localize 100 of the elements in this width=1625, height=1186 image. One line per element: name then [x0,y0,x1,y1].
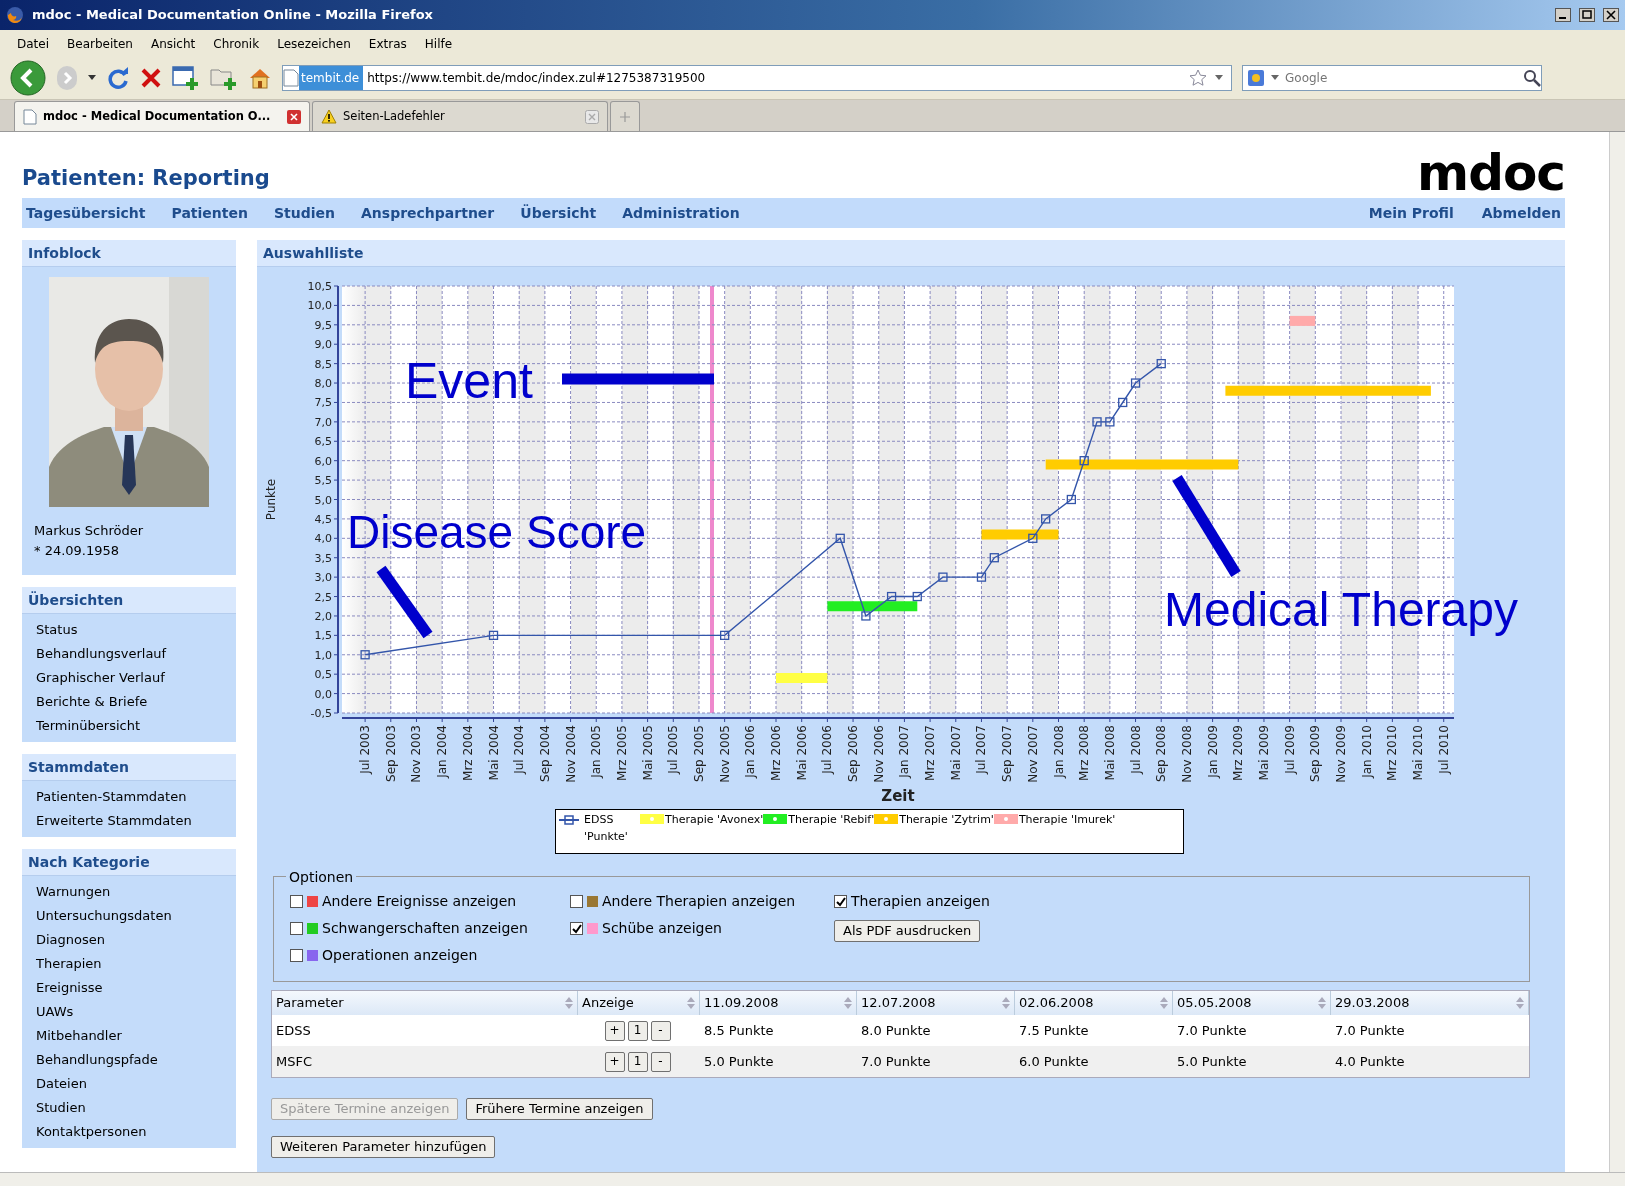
nav-link[interactable]: Mein Profil [1368,202,1454,224]
nav-link[interactable]: Studien [274,202,335,224]
panel-title: Übersichten [22,587,236,614]
column-header[interactable]: Anzeige [578,991,700,1015]
axis-tick-label: 10,0 [307,299,332,313]
column-header[interactable]: 05.05.2008 [1173,991,1331,1015]
sidebar-item[interactable]: UAWs [22,1000,236,1024]
column-header[interactable]: Parameter [272,991,578,1015]
axis-tick-label: 9,5 [314,318,332,332]
checkbox-label[interactable]: Schwangerschaften anzeigen [322,918,528,939]
menu-item[interactable]: Extras [359,34,416,53]
axis-tick-label: Jan 2004 [435,725,450,778]
legend-label: Therapie 'Zytrim' [899,812,994,828]
checkbox-label[interactable]: Andere Therapien anzeigen [602,891,796,912]
sidebar-item[interactable]: Terminübersicht [22,714,236,738]
sidebar-item[interactable]: Behandlungsverlauf [22,642,236,666]
column-header[interactable]: 11.09.2008 [700,991,857,1015]
axis-tick-label: Sep 2007 [1000,725,1015,782]
panel-title: Infoblock [22,240,236,267]
column-header[interactable]: 02.06.2008 [1015,991,1173,1015]
axis-tick-label: 7,0 [314,415,332,429]
axis-tick-label: Jan 2007 [897,725,912,778]
axis-tick-label: 1,0 [314,648,332,662]
sidebar-item[interactable]: Ereignisse [22,976,236,1000]
add-parameter-button[interactable]: Weiteren Parameter hinzufügen [271,1136,496,1158]
axis-tick-label: 7,5 [314,396,332,410]
axis-tick-label: Mrz 2004 [460,725,475,781]
axis-tick-label: Nov 2009 [1334,725,1348,783]
axis-tick-label: Jan 2006 [743,725,758,778]
menu-item[interactable]: Ansicht [141,34,205,53]
checkbox-label[interactable]: Andere Ereignisse anzeigen [322,891,517,912]
axis-tick-label: Jul 2003 [358,725,373,774]
axis-tick-label: Mai 2008 [1102,725,1117,781]
column-header[interactable]: 12.07.2008 [857,991,1015,1015]
browser-tab[interactable]: Seiten-Ladefehler [312,101,608,131]
search-field[interactable]: Google [1242,65,1542,91]
sidebar-item[interactable]: Dateien [22,1072,236,1096]
browser-tab[interactable]: mdoc - Medical Documentation O... [14,101,310,131]
nav-link[interactable]: Tagesübersicht [26,202,146,224]
sidebar-item[interactable]: Behandlungspfade [22,1048,236,1072]
axis-tick-label: Jul 2006 [820,725,835,774]
stepper-button[interactable]: - [650,1051,671,1072]
sidebar-item[interactable]: Studien [22,1096,236,1120]
column-header[interactable]: 29.03.2008 [1331,991,1529,1015]
axis-tick-label: Jul 2008 [1128,725,1143,774]
axis-tick-label: Mai 2009 [1256,725,1271,781]
birth-date: * 24.09.1958 [33,542,121,560]
stepper-button[interactable]: - [650,1020,671,1041]
stepper-button[interactable]: + [604,1051,625,1072]
nav-link[interactable]: Patienten [171,202,248,224]
paging-button[interactable]: Frühere Termine anzeigen [466,1098,653,1120]
sidebar-item[interactable]: Kontaktpersonen [22,1120,236,1144]
axis-tick-label: Nov 2004 [563,725,578,783]
sidebar-item[interactable]: Status [22,618,236,642]
sidebar-item[interactable]: Erweiterte Stammdaten [22,809,236,833]
axis-tick-label: 2,0 [314,609,332,623]
menu-item[interactable]: Hilfe [415,34,462,53]
axis-tick-label: 2,5 [314,590,332,604]
sidebar-item[interactable]: Mitbehandler [22,1024,236,1048]
axis-tick-label: Sep 2003 [383,725,398,782]
panel-title: Stammdaten [22,754,236,781]
sidebar-item[interactable]: Patienten-Stammdaten [22,785,236,809]
table-cell-text: MSFC [275,1052,314,1071]
axis-tick-label: 6,5 [314,435,332,449]
axis-tick-label: 5,5 [314,474,332,488]
checkbox-label[interactable]: Schübe anzeigen [602,918,722,939]
axis-tick-label: 6,0 [314,454,332,468]
sidebar-item[interactable]: Graphischer Verlauf [22,666,236,690]
sidebar-item[interactable]: Therapien [22,952,236,976]
checkbox-label[interactable]: Operationen anzeigen [322,945,478,966]
nav-link[interactable]: Abmelden [1481,202,1561,224]
pdf-button[interactable]: Als PDF ausdrucken [834,920,981,942]
callout-label: Medical Therapy [1164,583,1518,636]
axis-tick-label: Nov 2008 [1179,725,1194,783]
menu-item[interactable]: Lesezeichen [268,34,360,53]
axis-tick-label: Sep 2005 [691,725,706,782]
menu-item[interactable]: Datei [8,34,58,53]
table-cell-text: 4.0 Punkte [1334,1052,1406,1071]
stepper-button[interactable]: 1 [627,1051,648,1072]
axis-tick-label: 8,5 [314,357,332,371]
table-cell-text: 8.0 Punkte [860,1021,932,1040]
axis-tick-label: 0,0 [314,687,332,701]
nav-link[interactable]: Übersicht [520,202,597,224]
stepper-button[interactable]: + [604,1020,625,1041]
sidebar-item[interactable]: Diagnosen [22,928,236,952]
menu-item[interactable]: Bearbeiten [58,34,142,53]
sidebar-item[interactable]: Untersuchungsdaten [22,904,236,928]
checkbox-label[interactable]: Therapien anzeigen [851,891,990,912]
stepper-button[interactable]: 1 [627,1020,648,1041]
menu-item[interactable]: Chronik [204,34,269,53]
window-title: mdoc - Medical Documentation Online - Mozilla Firefox [32,6,434,25]
callout-label: Disease Score [347,506,647,558]
sidebar-item[interactable]: Warnungen [22,880,236,904]
table-cell-text: 6.0 Punkte [1018,1052,1090,1071]
address-bar[interactable]: tembit.de https://www.tembit.de/mdoc/index.zul#1275387319500 [282,65,1232,91]
table-cell-text: 5.0 Punkte [703,1052,775,1071]
nav-link[interactable]: Administration [622,202,740,224]
axis-tick-label: Jul 2004 [512,725,527,774]
nav-link[interactable]: Ansprechpartner [361,202,495,224]
sidebar-item[interactable]: Berichte & Briefe [22,690,236,714]
